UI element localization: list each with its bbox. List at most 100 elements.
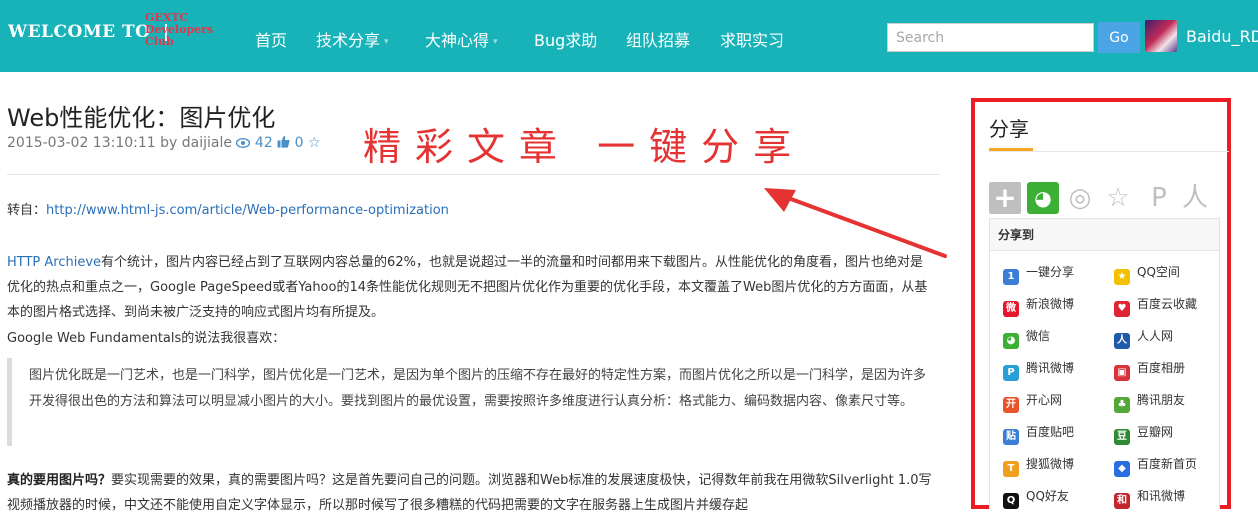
share-menu-item[interactable]: 豆豆瓣网 [1114,422,1219,445]
baidu-favorite-icon: ♥ [1114,301,1130,317]
share-menu-item[interactable]: 和和讯微博 [1114,486,1219,509]
likes-value: 0 [294,135,304,151]
article-meta: 2015-03-02 13:10:11 by daijiale 42 0 ☆ [7,135,321,151]
share-menu-item[interactable]: 贴百度贴吧 [1003,422,1108,445]
source-paragraph: 转自：http://www.html-js.com/article/Web-pe… [7,198,935,223]
post-date: 2015-03-02 13:10:11 [7,135,156,151]
search-input[interactable] [887,23,1094,52]
promo-handwritten-headline: 精彩文章 一键分享 [363,125,806,169]
share-menu-item-label: 腾讯微博 [1026,361,1075,375]
share-title-underline [989,148,1033,151]
share-menu-item-label: 和讯微博 [1137,489,1186,503]
share-menu-item-label: 百度云收藏 [1137,297,1198,311]
top-navbar: WELCOME TO | GEXTC Developers Club 首页 技术… [0,0,1258,72]
share-menu-item[interactable]: ◆ 百度新首页 [1114,454,1219,477]
nav-item-team-recruit[interactable]: 组队招募 [626,27,690,51]
kaixin-icon: 开 [1003,397,1019,413]
hexun-weibo-icon: 和 [1114,493,1130,509]
share-menu-item[interactable]: 开开心网 [1003,390,1108,413]
brand-label: WELCOME TO [8,22,151,42]
nav-item-experience[interactable]: 大神心得 ▾ [425,27,498,51]
share-menu-item[interactable]: T 搜狐微博 [1003,454,1108,477]
username-link[interactable]: Baidu_RD [1186,27,1258,46]
share-menu-item[interactable]: Q QQ好友 [1003,486,1108,509]
quote-block: 图片优化既是一门艺术，也是一门科学，图片优化是一门艺术，是因为单个图片的压缩不存… [7,358,935,446]
http-archive-link[interactable]: HTTP Archieve [7,255,101,270]
nav-item-label: 首页 [255,31,288,50]
eye-icon [236,137,251,149]
pinterest-icon[interactable]: P [1143,182,1175,214]
baidu-tieba-icon: 贴 [1003,429,1019,445]
intro-paragraph: HTTP Archieve有个统计，图片内容已经占到了互联网内容总量的62%，也… [7,250,935,325]
share-menu-item-label: 微信 [1026,329,1051,343]
title-divider [7,174,940,175]
favorite-star-outline-icon[interactable]: ☆ [308,135,321,151]
share-menu-item-label: 腾讯朋友 [1137,393,1186,407]
need-images-heading: 真的要用图片吗？ [7,473,112,488]
wechat-icon[interactable]: ◕ [1027,182,1059,214]
views-value: 42 [254,135,273,151]
chevron-down-icon: ▾ [493,36,498,47]
author-link[interactable]: daijiale [182,135,232,151]
nav-item-bug-help[interactable]: Bug求助 [534,27,597,51]
baidu-album-icon: ▣ [1114,365,1130,381]
share-menu-item-label: 百度贴吧 [1026,425,1075,439]
share-menu-item[interactable]: ◕ 微信 [1003,326,1108,349]
chevron-down-icon: ▾ [384,36,389,47]
qq-friend-icon: Q [1003,493,1019,509]
wechat-small-icon: ◕ [1003,333,1019,349]
nav-item-label: 技术分享 [316,31,381,50]
share-menu-title: 分享到 [990,219,1219,251]
one-click-share-icon: 1 [1003,269,1019,285]
thumbs-up-icon [277,135,290,148]
source-label: 转自： [7,203,47,218]
search-go-button[interactable]: Go [1098,22,1140,53]
sohu-weibo-icon: T [1003,461,1019,477]
share-menu-item-label: 新浪微博 [1026,297,1075,311]
qzone-icon: ★ [1114,269,1130,285]
share-menu-item[interactable]: P 腾讯微博 [1003,358,1108,381]
article-title: Web性能优化：图片优化 [7,104,276,132]
source-link[interactable]: http://www.html-js.com/article/Web-perfo… [46,203,449,218]
share-menu-item-label: QQ空间 [1137,265,1180,279]
favorite-star-icon[interactable]: ☆ [1102,182,1134,214]
share-menu-item[interactable]: 人人人网 [1114,326,1219,349]
share-title-rule [989,151,1229,152]
nav-item-label: 大神心得 [425,31,490,50]
share-menu-item[interactable]: ★ QQ空间 [1114,262,1219,285]
need-images-paragraph: 真的要用图片吗？要实现需要的效果，真的需要图片吗？这是首先要问自己的问题。浏览器… [7,468,935,513]
douban-icon: 豆 [1114,429,1130,445]
intro-text: 有个统计，图片内容已经占到了互联网内容总量的62%，也就是说超过一半的流量和时间… [7,255,928,320]
share-sidebar: 分享 + ◕ ◎ ☆ P 人 分享到 1 一键分享 ★ QQ空间微新浪微博 ♥ 百度云收藏… [971,98,1231,509]
need-images-text: 要实现需要的效果，真的需要图片吗？这是首先要问自己的问题。浏览器和Web标准的发… [7,473,932,513]
share-menu-item[interactable]: ♣ 腾讯朋友 [1114,390,1219,413]
tencent-pengyou-icon: ♣ [1114,397,1130,413]
share-menu-item-label: 一键分享 [1026,265,1075,279]
nav-item-home[interactable]: 首页 [255,27,287,51]
share-menu-item-label: 百度相册 [1137,361,1186,375]
tencent-weibo-icon: P [1003,365,1019,381]
like-button[interactable]: 0 [277,135,308,151]
share-title: 分享 [989,117,1029,141]
share-dropdown-menu: 分享到 1 一键分享 ★ QQ空间微新浪微博 ♥ 百度云收藏 ◕ 微信 人人人网 P 腾讯微博 ▣ 百度… [989,218,1220,509]
nav-item-label: 组队招募 [626,31,691,50]
more-share-icon[interactable]: + [989,182,1021,214]
share-menu-item-label: 开心网 [1026,393,1063,407]
nav-item-label: 求职实习 [720,31,785,50]
share-menu-item[interactable]: 1 一键分享 [1003,262,1108,285]
renren-icon[interactable]: 人 [1179,182,1211,214]
nav-item-label: Bug求助 [534,31,598,50]
baidu-home-icon: ◆ [1114,461,1130,477]
google-paragraph: Google Web Fundamentals的说法我很喜欢： [7,331,286,346]
share-menu-item[interactable]: ♥ 百度云收藏 [1114,294,1219,317]
user-avatar-icon[interactable] [1145,20,1177,52]
nav-item-tech-share[interactable]: 技术分享 ▾ [316,27,389,51]
weibo-icon[interactable]: ◎ [1064,182,1096,214]
club-logo[interactable]: GEXTC Developers Club [145,12,229,48]
by-label: by [160,135,178,151]
share-menu-item[interactable]: 微新浪微博 [1003,294,1108,317]
share-menu-item[interactable]: ▣ 百度相册 [1114,358,1219,381]
share-menu-item-label: 搜狐微博 [1026,457,1075,471]
nav-item-jobs[interactable]: 求职实习 [720,27,784,51]
share-menu-item-label: QQ好友 [1026,489,1069,503]
